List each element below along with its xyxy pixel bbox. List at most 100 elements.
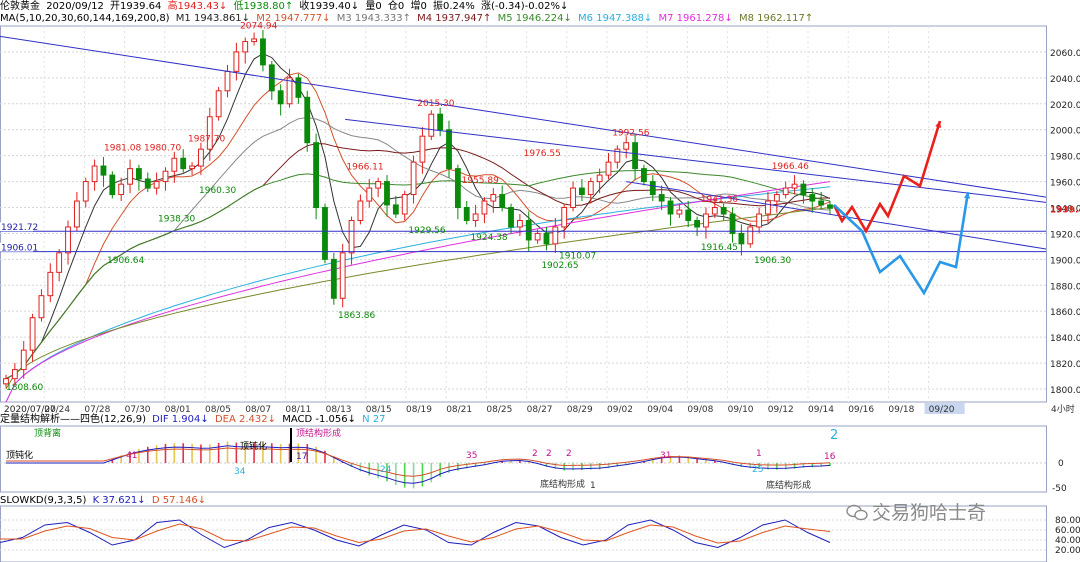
forecast-arrows	[832, 120, 971, 296]
candle-body	[685, 209, 692, 221]
date-tick-5: 08/05	[205, 405, 231, 415]
candle-body	[91, 165, 98, 183]
candle-body	[100, 165, 107, 176]
price-tick-7: 1920.00	[1050, 230, 1080, 240]
macd-label-10: 24	[380, 465, 392, 475]
candle-body	[20, 349, 27, 371]
candle-body	[198, 148, 204, 167]
candle-body	[738, 232, 745, 245]
date-tick-7: 08/11	[285, 405, 311, 415]
candle-body	[552, 226, 559, 245]
candle-body	[419, 135, 426, 163]
candle-body	[623, 142, 630, 150]
level-label-0: 1921.72	[1, 223, 38, 233]
macd-label-1: 顶钝化	[6, 449, 33, 461]
candle-body	[401, 194, 408, 215]
level-label-1: 1906.01	[1, 244, 38, 254]
price-label-18: 1916.45	[701, 243, 738, 253]
price-label-12: 1938.30	[158, 215, 195, 225]
candle-body	[366, 187, 373, 202]
macd-label-19: 1	[590, 481, 596, 491]
candle-body	[189, 165, 195, 170]
price-label-8: 1992.56	[612, 128, 649, 138]
kd-tick-1: 60.00	[1055, 526, 1080, 536]
date-tick-6: 08/07	[245, 405, 271, 415]
candle-body	[437, 113, 444, 131]
watermark: 交易狗哈士奇	[846, 498, 986, 525]
macd-label-9: 34	[234, 467, 246, 477]
candle-body	[561, 207, 568, 228]
date-tick-3: 07/30	[125, 405, 151, 415]
candle-body	[490, 194, 497, 202]
price-chart[interactable]: 1921.721906.01 2074.942015.301981.08 1980…	[0, 0, 1080, 562]
candle-body	[286, 77, 293, 105]
candle-body	[215, 90, 222, 118]
candle-body	[339, 252, 346, 299]
macd-label-5: 底结构形成	[540, 478, 585, 490]
candle-body	[11, 369, 18, 380]
price-tick-8: 1900.00	[1050, 256, 1080, 266]
candle-body	[313, 142, 320, 209]
kd-tick-3: 20.00	[1055, 546, 1080, 556]
price-tick-1: 2040.00	[1050, 75, 1080, 85]
kd-tick-0: 80.00	[1055, 516, 1080, 526]
candle-body	[233, 51, 240, 72]
candle-body	[330, 258, 337, 299]
date-tick-23: 09/20	[929, 405, 955, 415]
candle-body	[82, 181, 89, 202]
last-price-tag: 1939.40	[1050, 205, 1080, 215]
price-tick-12: 1820.00	[1050, 360, 1080, 370]
candle-body	[756, 213, 763, 228]
macd-label-15: 1	[756, 449, 762, 459]
candle-body	[711, 207, 718, 215]
candle-body	[800, 183, 807, 196]
macd-label-16: 31	[660, 451, 671, 461]
candle-body	[667, 200, 674, 215]
wechat-icon	[846, 504, 868, 521]
macd-panel: 0-50顶背离顶钝化顶钝化顶结构形成底结构形成底结构形成2174134 2435 2…	[0, 425, 1067, 494]
trend-lines	[0, 35, 1047, 250]
candle-body	[127, 168, 133, 185]
macd-label-7: 17	[296, 452, 307, 462]
candle-body	[570, 187, 576, 209]
date-tick-18: 09/10	[728, 405, 754, 415]
date-tick-20: 09/14	[808, 405, 834, 415]
date-tick-21: 09/16	[848, 405, 874, 415]
candle-body	[818, 200, 825, 206]
candle-body	[729, 213, 736, 234]
candle-body	[348, 219, 355, 254]
price-label-4: 1987.70	[188, 135, 225, 145]
price-tick-3: 2000.00	[1050, 127, 1080, 137]
candle-body	[295, 77, 302, 98]
candle-body	[153, 181, 160, 189]
date-tick-22: 09/18	[888, 405, 914, 415]
price-tick-13: 1800.00	[1050, 386, 1080, 396]
price-tick-0: 2060.00	[1050, 49, 1080, 59]
macd-label-18: 16	[824, 452, 836, 462]
macd-label-0: 顶背离	[34, 427, 61, 439]
macd-label-4: 底结构形成	[766, 479, 811, 491]
chart-window: 伦敦黄金 2020/09/12 开1939.64 高1943.43↓ 低1938…	[0, 0, 1080, 562]
macd-label-8: 41	[126, 451, 137, 461]
candle-body	[720, 207, 727, 215]
candle-body	[632, 142, 638, 170]
date-tick-24: 4小时	[1051, 403, 1075, 415]
candle-body	[827, 204, 833, 209]
date-tick-17: 09/08	[687, 405, 713, 415]
candle-body	[499, 194, 506, 209]
macd-tick-0: 0	[1058, 459, 1064, 469]
price-tick-11: 1840.00	[1050, 334, 1080, 344]
date-tick-13: 08/27	[527, 405, 553, 415]
candle-body	[596, 174, 603, 183]
candle-body	[428, 113, 435, 137]
kd-tick-2: 40.00	[1055, 536, 1080, 546]
price-label-0: 2074.94	[240, 22, 277, 32]
price-label-11: 1960.30	[199, 186, 236, 196]
candle-body	[605, 161, 612, 176]
candle-body	[525, 219, 532, 241]
price-label-16: 1910.07	[559, 251, 596, 261]
candle-body	[543, 232, 550, 245]
date-tick-12: 08/25	[486, 405, 512, 415]
candle-body	[180, 157, 187, 170]
date-tick-16: 09/04	[647, 405, 673, 415]
